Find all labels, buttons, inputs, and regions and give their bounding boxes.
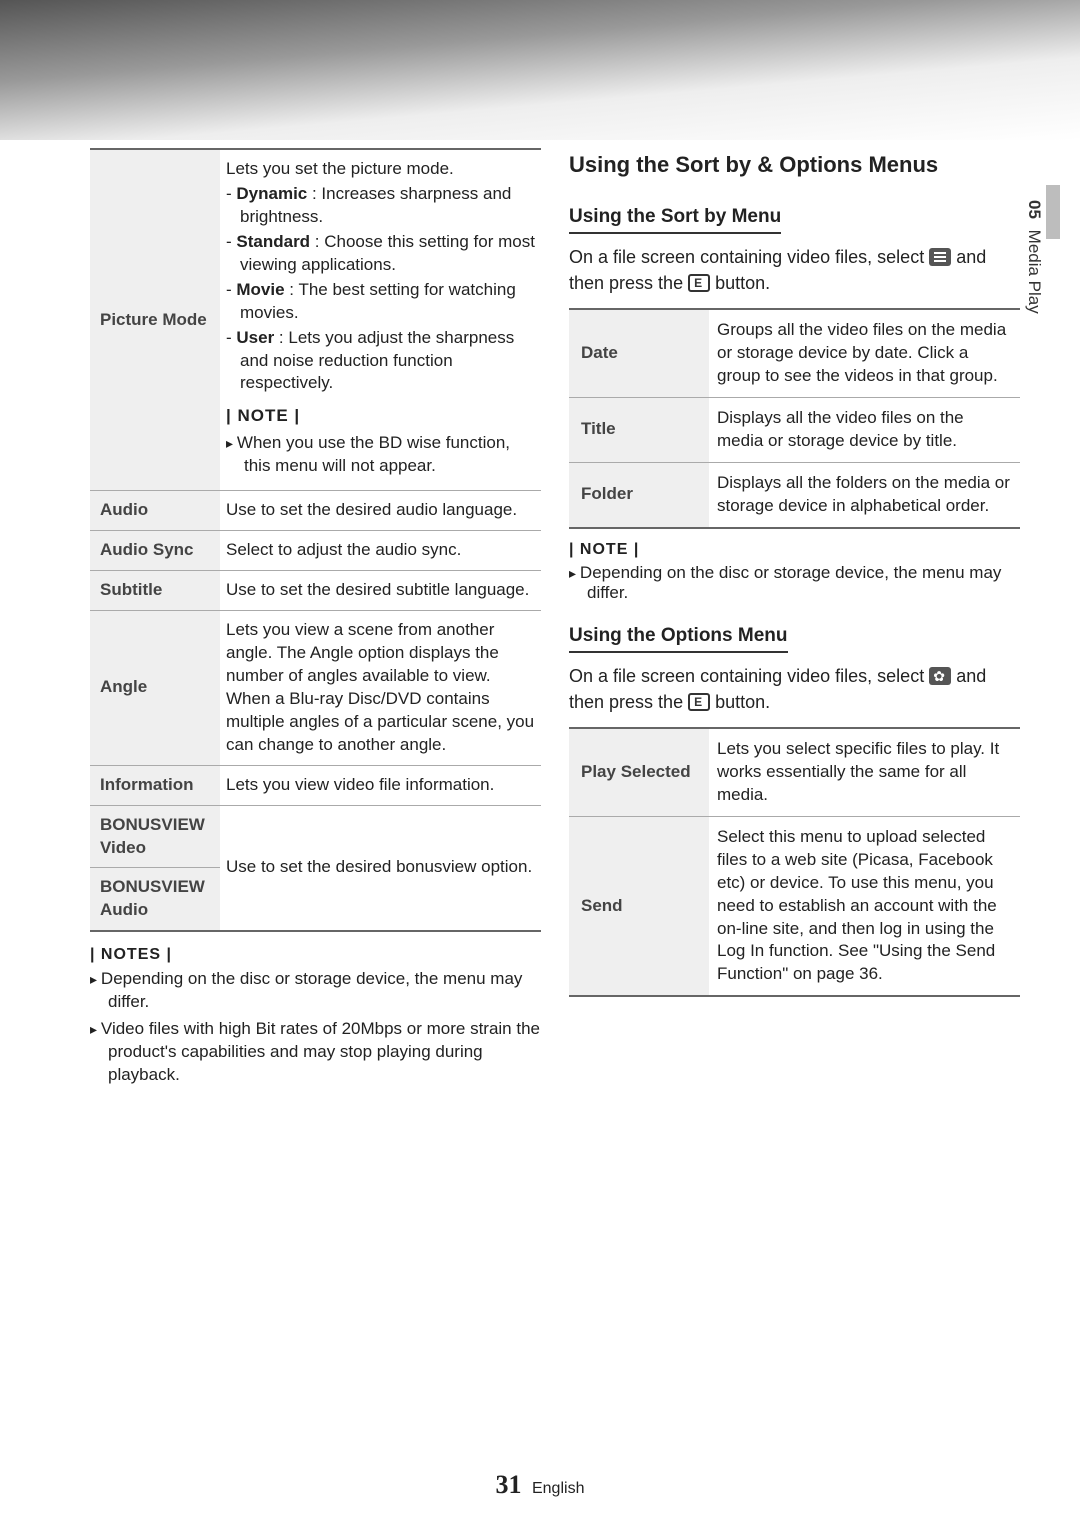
notes-item: Depending on the disc or storage device,…	[90, 968, 541, 1014]
note-label: | NOTE |	[226, 405, 535, 428]
options-row-label: Play Selected	[569, 728, 709, 816]
subsection-heading-options: Using the Options Menu	[569, 625, 788, 653]
row-label: Audio	[90, 491, 220, 531]
subsection-heading-sort: Using the Sort by Menu	[569, 206, 781, 234]
chapter-number: 05	[1025, 200, 1044, 219]
sort-row-label: Folder	[569, 462, 709, 527]
note-text: Depending on the disc or storage device,…	[569, 563, 1020, 603]
sort-table: Date Groups all the video files on the m…	[569, 308, 1020, 529]
page-number: 31	[496, 1470, 522, 1499]
notes-block: | NOTES | Depending on the disc or stora…	[90, 946, 541, 1087]
sort-row-desc: Groups all the video files on the media …	[709, 309, 1020, 397]
chapter-tab: 05 Media Play	[1024, 200, 1044, 314]
row-label: Audio Sync	[90, 531, 220, 571]
sort-row-label: Title	[569, 398, 709, 463]
list-icon	[929, 248, 951, 266]
enter-icon	[688, 274, 710, 292]
row-desc: Select to adjust the audio sync.	[220, 531, 541, 571]
row-desc-bonusview: Use to set the desired bonusview option.	[220, 805, 541, 931]
page-footer: 31 English	[0, 1470, 1080, 1500]
picture-mode-item: Dynamic : Increases sharpness and bright…	[226, 183, 535, 229]
page-columns: Picture Mode Lets you set the picture mo…	[0, 140, 1080, 1091]
gear-icon	[929, 667, 951, 685]
row-label: Angle	[90, 611, 220, 766]
picture-mode-list: Dynamic : Increases sharpness and bright…	[226, 183, 535, 395]
right-column: Using the Sort by & Options Menus Using …	[569, 148, 1020, 1091]
row-desc: Lets you view a scene from another angle…	[220, 611, 541, 766]
notes-item: Video files with high Bit rates of 20Mbp…	[90, 1018, 541, 1087]
page-language: English	[532, 1480, 584, 1497]
chapter-title: Media Play	[1025, 230, 1044, 314]
note-text: When you use the BD wise function, this …	[226, 432, 535, 478]
options-intro: On a file screen containing video files,…	[569, 663, 1020, 715]
note-label: | NOTE |	[569, 541, 1020, 559]
picture-mode-item: Standard : Choose this setting for most …	[226, 231, 535, 277]
sort-intro: On a file screen containing video files,…	[569, 244, 1020, 296]
options-row-label: Send	[569, 816, 709, 996]
options-row-desc: Lets you select specific files to play. …	[709, 728, 1020, 816]
row-desc: Lets you view video file information.	[220, 765, 541, 805]
section-heading: Using the Sort by & Options Menus	[569, 152, 1020, 178]
enter-icon	[688, 693, 710, 711]
picture-mode-item: Movie : The best setting for watching mo…	[226, 279, 535, 325]
options-row-desc: Select this menu to upload selected file…	[709, 816, 1020, 996]
options-table: Play Selected Lets you select specific f…	[569, 727, 1020, 997]
sort-row-label: Date	[569, 309, 709, 397]
chapter-tab-bar	[1046, 185, 1060, 239]
row-label-bonusview-audio: BONUSVIEW Audio	[90, 868, 220, 931]
sort-row-desc: Displays all the folders on the media or…	[709, 462, 1020, 527]
row-label-picture-mode: Picture Mode	[90, 149, 220, 491]
row-label: Subtitle	[90, 571, 220, 611]
picture-mode-item: User : Lets you adjust the sharpness and…	[226, 327, 535, 396]
row-label: Information	[90, 765, 220, 805]
picture-mode-intro: Lets you set the picture mode.	[226, 158, 535, 181]
settings-table: Picture Mode Lets you set the picture mo…	[90, 148, 541, 932]
header-gradient	[0, 0, 1080, 140]
row-label-bonusview-video: BONUSVIEW Video	[90, 805, 220, 868]
row-desc: Use to set the desired subtitle language…	[220, 571, 541, 611]
row-desc: Use to set the desired audio language.	[220, 491, 541, 531]
left-column: Picture Mode Lets you set the picture mo…	[90, 148, 541, 1091]
row-desc-picture-mode: Lets you set the picture mode. Dynamic :…	[220, 149, 541, 491]
sort-row-desc: Displays all the video files on the medi…	[709, 398, 1020, 463]
notes-label: | NOTES |	[90, 946, 541, 964]
